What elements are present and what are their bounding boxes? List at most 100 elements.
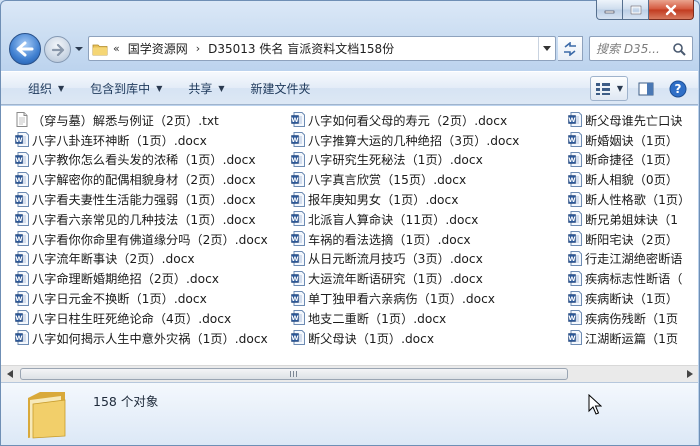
svg-text:?: ? bbox=[675, 82, 682, 96]
help-button[interactable]: ? bbox=[664, 76, 692, 101]
file-name: 单丁独甲看六亲病伤（1页）.docx bbox=[308, 292, 495, 307]
word-document-icon: W bbox=[568, 250, 582, 266]
scrollbar-thumb[interactable] bbox=[20, 368, 568, 380]
file-item[interactable]: W 断婚姻诀（1页） bbox=[568, 130, 690, 150]
file-item[interactable]: W 八字流年断事诀（2页）.docx bbox=[15, 249, 268, 269]
word-document-icon: W bbox=[15, 290, 29, 306]
chevron-down-icon: ▼ bbox=[218, 83, 225, 93]
file-item[interactable]: W 单丁独甲看六亲病伤（1页）.docx bbox=[291, 288, 519, 308]
svg-text:W: W bbox=[568, 136, 575, 144]
address-chevron[interactable]: « bbox=[113, 42, 120, 55]
back-button[interactable] bbox=[9, 33, 41, 65]
file-list-view[interactable]: （穿与墓）解悉与例证（2页）.txt W 八字八卦连环神断（1页）.docx W 八字教… bbox=[1, 106, 698, 365]
file-item[interactable]: W 疾病伤残断（1页 bbox=[568, 308, 690, 328]
file-name: 八字研究生死秘法（1页）.docx bbox=[308, 153, 483, 168]
word-document-icon: W bbox=[568, 171, 582, 187]
file-item[interactable]: W 地支二重断（1页）.docx bbox=[291, 308, 519, 328]
file-name: 断命捷径（1页） bbox=[585, 153, 679, 168]
preview-pane-button[interactable] bbox=[632, 76, 660, 101]
file-name: 八字推算大运的几种绝招（3页）.docx bbox=[308, 133, 520, 148]
word-document-icon: W bbox=[291, 191, 305, 207]
file-item[interactable]: W 八字如何揭示人生中意外灾祸（1页）.docx bbox=[15, 328, 268, 348]
breadcrumb-current[interactable]: D35013 佚名 盲派资料文档158份 bbox=[208, 40, 394, 57]
address-bar[interactable]: « 国学资源网 › D35013 佚名 盲派资料文档158份 bbox=[88, 36, 556, 61]
file-item[interactable]: W 断阳宅诀（2页） bbox=[568, 229, 690, 249]
new-folder-label: 新建文件夹 bbox=[250, 81, 311, 96]
svg-text:W: W bbox=[15, 295, 22, 303]
file-item[interactable]: W 大运流年断语研究（1页）.docx bbox=[291, 268, 519, 288]
search-input[interactable] bbox=[590, 41, 668, 56]
scroll-right-button[interactable] bbox=[681, 366, 698, 382]
file-item[interactable]: W 八字真言欣赏（15页）.docx bbox=[291, 169, 519, 189]
triangle-left-icon bbox=[6, 370, 13, 378]
file-item[interactable]: W 车祸的看法选摘（1页）.docx bbox=[291, 229, 519, 249]
svg-text:W: W bbox=[291, 255, 298, 263]
file-item[interactable]: （穿与墓）解悉与例证（2页）.txt bbox=[15, 110, 268, 130]
new-folder-button[interactable]: 新建文件夹 bbox=[238, 75, 324, 101]
file-item[interactable]: W 报年庚知男女（1页）.docx bbox=[291, 189, 519, 209]
svg-text:W: W bbox=[568, 275, 575, 283]
breadcrumb-root[interactable]: 国学资源网 bbox=[128, 40, 188, 57]
address-dropdown-button[interactable] bbox=[538, 37, 555, 60]
close-button[interactable] bbox=[649, 0, 694, 20]
word-document-icon: W bbox=[291, 250, 305, 266]
file-item[interactable]: W 八字如何看父母的寿元（2页）.docx bbox=[291, 110, 519, 130]
file-item[interactable]: W 八字命理断婚期绝招（2页）.docx bbox=[15, 268, 268, 288]
share-menu[interactable]: 共享 ▼ bbox=[175, 75, 237, 101]
file-name: 断兄弟姐妹诀（1 bbox=[585, 212, 679, 227]
minimize-button[interactable] bbox=[596, 0, 623, 20]
file-item[interactable]: W 八字看夫妻性生活能力强弱（1页）.docx bbox=[15, 189, 268, 209]
arrow-left-icon bbox=[16, 41, 34, 57]
svg-text:W: W bbox=[568, 176, 575, 184]
file-item[interactable]: W 断人性格歌（1页） bbox=[568, 189, 690, 209]
file-item[interactable]: W 八字八卦连环神断（1页）.docx bbox=[15, 130, 268, 150]
file-item[interactable]: W 北派盲人算命诀（11页）.docx bbox=[291, 209, 519, 229]
svg-text:W: W bbox=[568, 255, 575, 263]
recent-pages-dropdown-icon[interactable] bbox=[74, 44, 84, 54]
word-document-icon: W bbox=[15, 231, 29, 247]
file-item[interactable]: W 八字看六亲常见的几种技法（1页）.docx bbox=[15, 209, 268, 229]
search-icon[interactable] bbox=[668, 42, 690, 56]
search-box[interactable] bbox=[589, 36, 693, 61]
file-item[interactable]: W 断命捷径（1页） bbox=[568, 150, 690, 170]
forward-button[interactable] bbox=[44, 36, 71, 63]
file-name: 八字流年断事诀（2页）.docx bbox=[32, 252, 195, 267]
file-item[interactable]: W 疾病断诀（1页） bbox=[568, 288, 690, 308]
horizontal-scrollbar[interactable] bbox=[1, 365, 698, 382]
triangle-right-icon bbox=[686, 370, 693, 378]
file-item[interactable]: W 八字研究生死秘法（1页）.docx bbox=[291, 150, 519, 170]
file-item[interactable]: W 八字解密你的配偶相貌身材（2页）.docx bbox=[15, 169, 268, 189]
organize-menu[interactable]: 组织 ▼ bbox=[15, 75, 77, 101]
svg-text:W: W bbox=[291, 176, 298, 184]
file-name: 断阳宅诀（2页） bbox=[585, 232, 679, 247]
file-item[interactable]: W 断父母谁先亡口诀 bbox=[568, 110, 690, 130]
text-file-icon bbox=[16, 112, 28, 128]
file-item[interactable]: W 江湖断运篇（1页 bbox=[568, 328, 690, 348]
file-item[interactable]: W 疾病标志性断语（ bbox=[568, 268, 690, 288]
file-item[interactable]: W 断兄弟姐妹诀（1 bbox=[568, 209, 690, 229]
file-column-1: （穿与墓）解悉与例证（2页）.txt W 八字八卦连环神断（1页）.docx W 八字教… bbox=[15, 110, 268, 348]
word-document-icon: W bbox=[15, 270, 29, 286]
file-item[interactable]: W 八字日元金不换断（1页）.docx bbox=[15, 288, 268, 308]
chevron-down-icon: ▼ bbox=[156, 83, 163, 93]
change-view-button[interactable]: ▼ bbox=[590, 76, 628, 101]
file-item[interactable]: W 断父母诀（1页）.docx bbox=[291, 328, 519, 348]
scroll-left-button[interactable] bbox=[1, 366, 18, 382]
word-document-icon: W bbox=[568, 310, 582, 326]
file-item[interactable]: W 断人相貌（0页） bbox=[568, 169, 690, 189]
include-in-library-menu[interactable]: 包含到库中 ▼ bbox=[77, 75, 175, 101]
file-name: 八字看你你命里有佛道缘分吗（2页）.docx bbox=[32, 232, 268, 247]
file-item[interactable]: W 从日元断流月技巧（3页）.docx bbox=[291, 249, 519, 269]
refresh-button[interactable] bbox=[558, 36, 583, 61]
file-item[interactable]: W 八字教你怎么看头发的浓稀（1页）.docx bbox=[15, 150, 268, 170]
file-item[interactable]: W 八字推算大运的几种绝招（3页）.docx bbox=[291, 130, 519, 150]
breadcrumb-separator[interactable]: › bbox=[196, 42, 200, 55]
file-item[interactable]: W 八字日柱生旺死绝论命（4页）.docx bbox=[15, 308, 268, 328]
word-document-icon: W bbox=[568, 211, 582, 227]
svg-text:W: W bbox=[568, 196, 575, 204]
maximize-button[interactable] bbox=[623, 0, 649, 20]
file-name: 疾病标志性断语（ bbox=[585, 272, 683, 287]
file-item[interactable]: W 行走江湖绝密断语 bbox=[568, 249, 690, 269]
file-name: 大运流年断语研究（1页）.docx bbox=[308, 272, 483, 287]
file-item[interactable]: W 八字看你你命里有佛道缘分吗（2页）.docx bbox=[15, 229, 268, 249]
